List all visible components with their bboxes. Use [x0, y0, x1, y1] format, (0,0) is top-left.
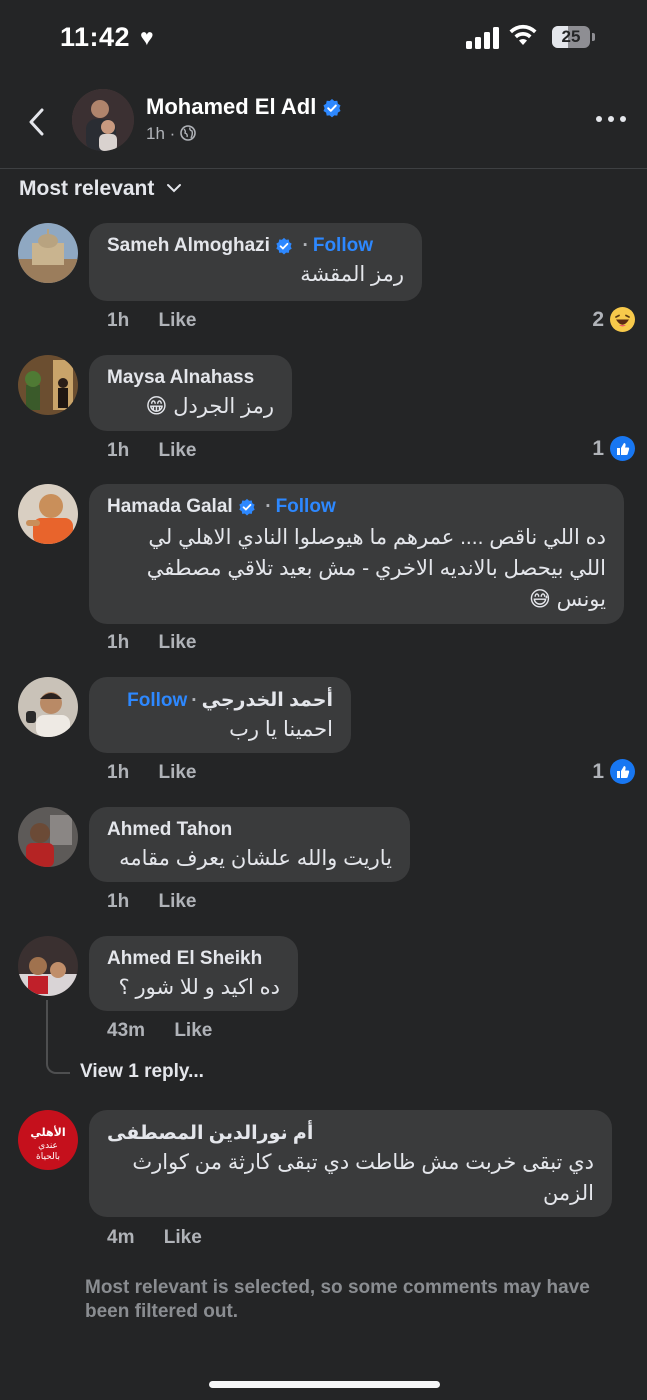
globe-icon	[180, 125, 196, 141]
post-header: Mohamed El Adl 1h ·	[0, 80, 647, 169]
like-button[interactable]: Like	[158, 762, 196, 783]
comment-time: 1h	[107, 440, 130, 461]
post-author-name[interactable]: Mohamed El Adl	[146, 94, 342, 120]
comment-actions: 1h Like	[107, 440, 197, 462]
comment-text: رمز المقشة	[300, 263, 404, 286]
comment-time: 43m	[107, 1020, 146, 1041]
reply-thread-line	[46, 1000, 70, 1074]
comment-bubble[interactable]: أم نورالدين المصطفى دي تبقى خربت مش ظاطت…	[89, 1110, 612, 1217]
comment-author[interactable]: Ahmed El Sheikh	[107, 948, 280, 970]
comment-text: ده اكيد و للا شور ؟	[118, 976, 280, 999]
commenter-avatar[interactable]: الأهلي عندي بالحياة	[18, 1110, 78, 1170]
comment-author[interactable]: أم نورالدين المصطفى	[107, 1123, 313, 1144]
cellular-signal-icon	[466, 27, 500, 49]
commenter-avatar[interactable]	[18, 355, 78, 415]
like-button[interactable]: Like	[158, 310, 196, 331]
comment-time: 1h	[107, 891, 130, 912]
like-button[interactable]: Like	[158, 440, 196, 461]
battery-icon: 25	[552, 26, 590, 48]
author-avatar[interactable]	[72, 89, 134, 151]
comment-bubble[interactable]: أحمد الخدرجي·Follow احمينا يا رب	[89, 677, 351, 753]
sort-dropdown[interactable]: Most relevant	[19, 177, 182, 201]
svg-text:بالحياة: بالحياة	[36, 1152, 60, 1162]
post-meta: 1h ·	[146, 124, 196, 144]
comment-actions: 43m Like	[107, 1020, 212, 1042]
reaction-summary[interactable]: 1	[592, 759, 635, 784]
verified-badge-icon	[276, 237, 292, 255]
battery-level: 25	[561, 27, 581, 46]
comment-actions: 4m Like	[107, 1227, 202, 1249]
comment-author[interactable]: Hamada Galal	[107, 496, 233, 517]
reaction-summary[interactable]: 2	[592, 307, 635, 332]
comment-text: دي تبقى خربت مش ظاطت دي تبقى كارثة من كو…	[132, 1151, 594, 1205]
comment-time: 1h	[107, 310, 130, 331]
reaction-count: 2	[592, 307, 604, 331]
comment-actions: 1h Like	[107, 891, 197, 913]
commenter-avatar[interactable]	[18, 223, 78, 283]
comment-bubble[interactable]: Maysa Alnahass رمز الجردل 😁	[89, 355, 292, 431]
comment-author[interactable]: أحمد الخدرجي	[202, 690, 333, 711]
follow-button[interactable]: Follow	[127, 690, 187, 711]
filter-notice: Most relevant is selected, so some comme…	[85, 1277, 590, 1322]
like-button[interactable]: Like	[174, 1020, 212, 1041]
heart-icon: ♥	[140, 24, 154, 50]
verified-badge-icon	[239, 498, 255, 516]
home-indicator[interactable]	[209, 1381, 440, 1388]
back-icon[interactable]	[22, 102, 52, 142]
comment-actions: 1h Like	[107, 762, 197, 784]
comment-time: 4m	[107, 1227, 135, 1248]
comment-text: ياريت والله علشان يعرف مقامه	[119, 847, 392, 870]
comment-author[interactable]: Sameh Almoghazi	[107, 235, 270, 256]
follow-button[interactable]: Follow	[313, 235, 373, 256]
wifi-icon	[509, 24, 537, 45]
comment-actions: 1h Like	[107, 310, 197, 332]
comment-bubble[interactable]: Ahmed El Sheikh ده اكيد و للا شور ؟	[89, 936, 298, 1011]
follow-button[interactable]: Follow	[276, 496, 336, 517]
svg-text:الأهلي: الأهلي	[30, 1125, 65, 1139]
more-options-icon[interactable]	[596, 116, 626, 124]
comment-text: ده اللي ناقص .... عمرهم ما هيوصلوا الناد…	[146, 526, 606, 611]
reaction-count: 1	[592, 759, 604, 783]
like-button[interactable]: Like	[158, 632, 196, 653]
comment-text: رمز الجردل 😁	[145, 395, 274, 418]
comment-bubble[interactable]: Hamada Galal · Follow ده اللي ناقص .... ع…	[89, 484, 624, 624]
chevron-down-icon	[167, 184, 182, 193]
commenter-avatar[interactable]	[18, 936, 78, 996]
haha-reaction-icon	[610, 307, 635, 332]
comment-bubble[interactable]: Sameh Almoghazi · Follow رمز المقشة	[89, 223, 422, 301]
post-time: 1h	[146, 124, 165, 143]
comment-actions: 1h Like	[107, 632, 197, 654]
svg-text:عندي: عندي	[38, 1141, 58, 1151]
status-time: 11:42	[60, 22, 131, 52]
like-button[interactable]: Like	[158, 891, 196, 912]
sort-label: Most relevant	[19, 177, 155, 200]
commenter-avatar[interactable]	[18, 484, 78, 544]
commenter-avatar[interactable]	[18, 677, 78, 737]
like-reaction-icon	[610, 436, 635, 461]
comment-text: احمينا يا رب	[229, 718, 333, 741]
comment-bubble[interactable]: Ahmed Tahon ياريت والله علشان يعرف مقامه	[89, 807, 410, 882]
verified-badge-icon	[323, 99, 341, 118]
commenter-avatar[interactable]	[18, 807, 78, 867]
reaction-count: 1	[592, 436, 604, 460]
comment-time: 1h	[107, 762, 130, 783]
like-button[interactable]: Like	[164, 1227, 202, 1248]
comment-author[interactable]: Maysa Alnahass	[107, 367, 274, 389]
view-replies-button[interactable]: View 1 reply...	[80, 1061, 204, 1083]
like-reaction-icon	[610, 759, 635, 784]
comment-time: 1h	[107, 632, 130, 653]
reaction-summary[interactable]: 1	[592, 436, 635, 461]
status-bar: 11:42 ♥ 25	[0, 0, 647, 78]
comment-author[interactable]: Ahmed Tahon	[107, 819, 392, 841]
